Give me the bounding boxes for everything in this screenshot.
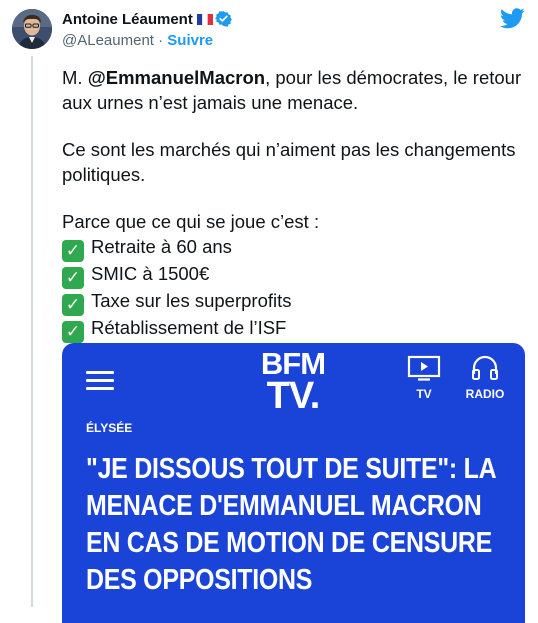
french-flag-icon bbox=[196, 12, 213, 26]
check-mark-icon: ✓ bbox=[62, 293, 84, 316]
nav-tv[interactable]: TV bbox=[400, 355, 448, 401]
list-item-text: SMIC à 1500€ bbox=[91, 262, 210, 284]
tweet-paragraph-3-intro: Parce que ce qui se joue c’est : bbox=[62, 211, 320, 232]
avatar[interactable] bbox=[12, 9, 52, 49]
tweet-header: Antoine Léaument @ALeaument · Suivre bbox=[0, 0, 538, 62]
headphones-icon bbox=[472, 355, 498, 380]
follow-button[interactable]: Suivre bbox=[167, 32, 213, 49]
bfmtv-logo[interactable]: BFM TV. bbox=[258, 348, 328, 417]
check-mark-icon: ✓ bbox=[62, 239, 84, 262]
check-mark-icon: ✓ bbox=[62, 320, 84, 343]
list-item-text: Taxe sur les superprofits bbox=[91, 289, 292, 311]
hamburger-menu-icon[interactable] bbox=[86, 371, 114, 391]
list-item: ✓ Retraite à 60 ans bbox=[62, 235, 522, 262]
mention-link[interactable]: @EmmanuelMacron bbox=[88, 67, 265, 88]
nav-radio-label: RADIO bbox=[465, 387, 505, 401]
article-headline[interactable]: "JE DISSOUS TOUT DE SUITE": LA MENACE D'… bbox=[86, 451, 516, 599]
tv-icon bbox=[407, 355, 441, 381]
check-mark-icon: ✓ bbox=[62, 266, 84, 289]
list-item-text: Rétablissement de l’ISF bbox=[91, 316, 287, 338]
tweet-paragraph-2: Ce sont les marchés qui n’aiment pas les… bbox=[62, 139, 516, 185]
list-item-text: Retraite à 60 ans bbox=[91, 235, 232, 257]
list-item: ✓ Taxe sur les superprofits bbox=[62, 289, 522, 316]
nav-tv-label: TV bbox=[416, 387, 432, 401]
nav-radio[interactable]: RADIO bbox=[460, 355, 510, 401]
author-name[interactable]: Antoine Léaument bbox=[62, 11, 193, 28]
logo-line-2: TV. bbox=[266, 375, 321, 417]
twitter-bird-icon[interactable] bbox=[500, 8, 525, 29]
author-handle[interactable]: @ALeaument bbox=[62, 32, 154, 49]
handle-line: @ALeaument · Suivre bbox=[62, 32, 213, 49]
link-preview-card[interactable]: BFM TV. TV RADIO ÉLYSÉE "JE DISSOUS TOUT… bbox=[62, 343, 525, 623]
thread-connector-line bbox=[31, 56, 33, 607]
separator: · bbox=[153, 32, 168, 49]
text-fragment: M. bbox=[62, 67, 88, 88]
tweet-paragraph-1: M. @EmmanuelMacron, pour les démocrates,… bbox=[62, 66, 522, 115]
list-item: ✓ SMIC à 1500€ bbox=[62, 262, 522, 289]
tweet-body: M. @EmmanuelMacron, pour les démocrates,… bbox=[62, 66, 522, 343]
article-category[interactable]: ÉLYSÉE bbox=[86, 421, 132, 435]
list-item: ✓ Rétablissement de l’ISF bbox=[62, 316, 522, 343]
author-name-row[interactable]: Antoine Léaument bbox=[62, 10, 232, 28]
verified-badge-icon bbox=[214, 10, 232, 27]
